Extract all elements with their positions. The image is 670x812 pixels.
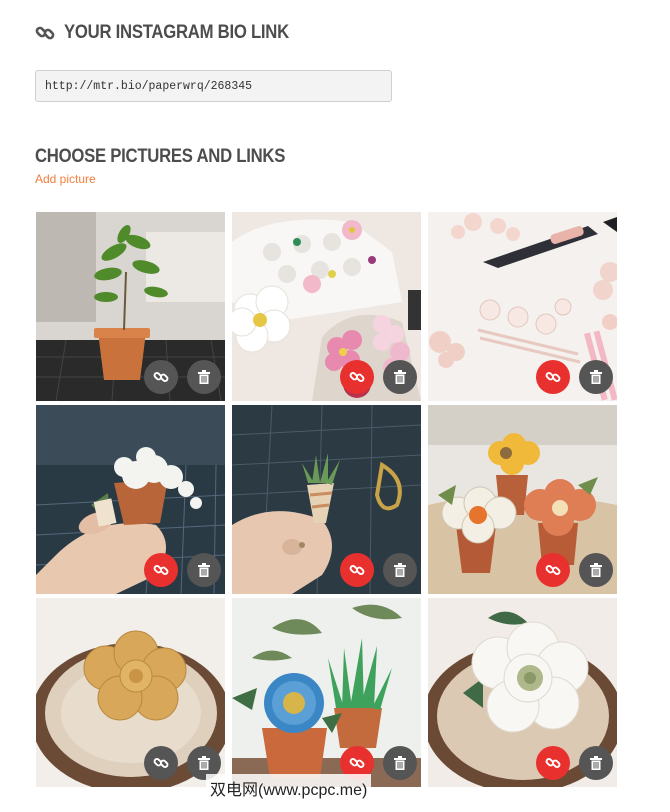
link-icon — [545, 371, 561, 383]
link-icon — [545, 757, 561, 769]
link-button[interactable] — [144, 553, 178, 587]
link-button[interactable] — [340, 360, 374, 394]
delete-button[interactable] — [383, 360, 417, 394]
bio-link-header: YOUR INSTAGRAM BIO LINK — [35, 22, 320, 44]
picture-tile — [232, 405, 421, 594]
trash-icon — [198, 756, 210, 770]
link-button[interactable] — [144, 360, 178, 394]
trash-icon — [590, 370, 602, 384]
trash-icon — [394, 756, 406, 770]
trash-icon — [590, 756, 602, 770]
link-icon — [349, 371, 365, 383]
trash-icon — [198, 563, 210, 577]
link-button[interactable] — [144, 746, 178, 780]
link-button[interactable] — [536, 360, 570, 394]
link-icon — [349, 757, 365, 769]
trash-icon — [590, 563, 602, 577]
link-button[interactable] — [340, 553, 374, 587]
link-icon — [153, 757, 169, 769]
link-icon — [349, 564, 365, 576]
link-icon — [153, 371, 169, 383]
link-icon — [153, 564, 169, 576]
delete-button[interactable] — [187, 553, 221, 587]
watermark: 双电网(www.pcpc.me) — [206, 774, 372, 802]
delete-button[interactable] — [579, 360, 613, 394]
bio-link-field[interactable]: http://mtr.bio/paperwrq/268345 — [35, 70, 392, 102]
delete-button[interactable] — [579, 746, 613, 780]
choose-pictures-header: CHOOSE PICTURES AND LINKS — [35, 146, 319, 168]
bio-link-title: YOUR INSTAGRAM BIO LINK — [64, 22, 289, 43]
add-picture-link[interactable]: Add picture — [35, 172, 96, 186]
picture-tile — [232, 598, 421, 787]
trash-icon — [198, 370, 210, 384]
link-button[interactable] — [536, 553, 570, 587]
picture-tile — [428, 405, 617, 594]
link-icon — [545, 564, 561, 576]
link-button[interactable] — [536, 746, 570, 780]
picture-tile — [36, 212, 225, 401]
delete-button[interactable] — [383, 553, 417, 587]
picture-grid — [36, 212, 620, 787]
trash-icon — [394, 563, 406, 577]
picture-tile — [428, 212, 617, 401]
picture-tile — [36, 598, 225, 787]
picture-tile — [428, 598, 617, 787]
choose-pictures-title: CHOOSE PICTURES AND LINKS — [35, 146, 286, 167]
link-icon — [35, 23, 55, 43]
picture-tile — [36, 405, 225, 594]
trash-icon — [394, 370, 406, 384]
delete-button[interactable] — [187, 360, 221, 394]
delete-button[interactable] — [383, 746, 417, 780]
delete-button[interactable] — [579, 553, 613, 587]
picture-tile — [232, 212, 421, 401]
